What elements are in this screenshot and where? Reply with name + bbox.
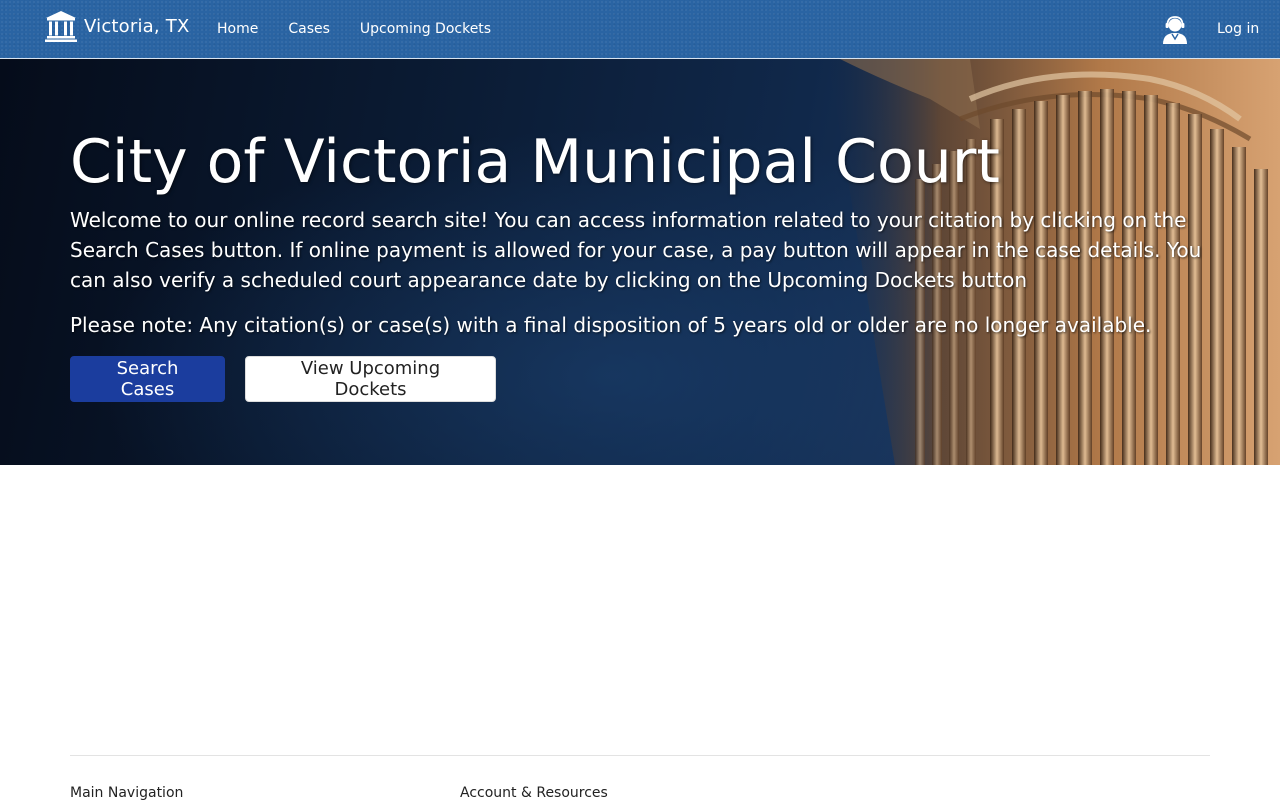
search-cases-button[interactable]: Search Cases — [70, 356, 225, 402]
footer-divider — [70, 755, 1210, 756]
main-nav: Home Cases Upcoming Dockets — [217, 19, 491, 39]
nav-link-upcoming-dockets[interactable]: Upcoming Dockets — [360, 19, 491, 39]
user-support-icon[interactable] — [1162, 16, 1188, 44]
notice-text: Please note: Any citation(s) or case(s) … — [70, 313, 1152, 337]
page-title: City of Victoria Municipal Court — [70, 127, 1000, 197]
login-link[interactable]: Log in — [1217, 19, 1259, 39]
brand-text: Victoria, TX — [84, 15, 190, 37]
view-upcoming-dockets-button[interactable]: View Upcoming Dockets — [245, 356, 496, 402]
footer-heading-account-resources: Account & Resources — [460, 785, 608, 801]
courthouse-icon — [45, 11, 77, 42]
nav-link-home[interactable]: Home — [217, 19, 258, 39]
footer-heading-main-navigation: Main Navigation — [70, 785, 184, 801]
hero-banner: City of Victoria Municipal Court Welcome… — [0, 59, 1280, 465]
top-navbar: Victoria, TX Home Cases Upcoming Dockets… — [0, 0, 1280, 59]
brand-link[interactable]: Victoria, TX — [44, 9, 190, 43]
welcome-text: Welcome to our online record search site… — [70, 208, 1202, 292]
nav-link-cases[interactable]: Cases — [288, 19, 330, 39]
